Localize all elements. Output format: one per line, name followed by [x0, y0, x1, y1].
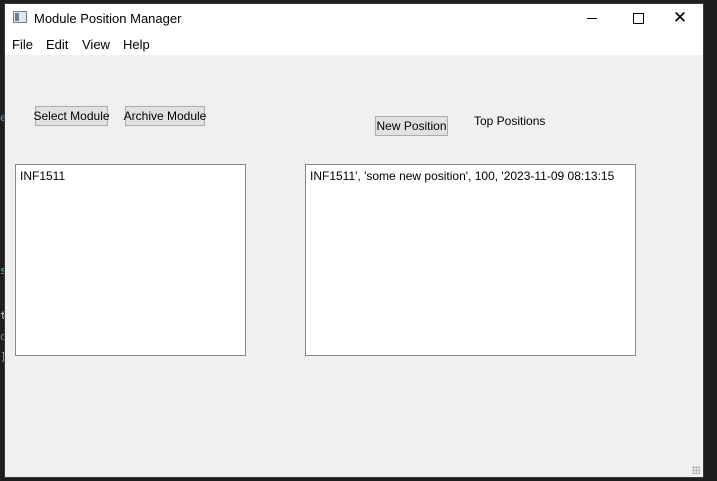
menu-view[interactable]: View [82, 37, 110, 52]
close-icon: ✕ [672, 8, 688, 28]
maximize-button[interactable] [615, 4, 661, 33]
modules-list[interactable]: INF1511 [15, 164, 246, 356]
new-position-button[interactable]: New Position [375, 116, 448, 136]
minimize-icon [587, 18, 597, 19]
select-module-button[interactable]: Select Module [33, 106, 110, 126]
minimize-button[interactable] [569, 4, 615, 33]
title-bar[interactable]: Module Position Manager ✕ [5, 4, 703, 33]
app-window-icon [13, 11, 27, 23]
app-window: Module Position Manager ✕ File Edit View… [4, 3, 704, 478]
positions-list[interactable]: INF1511', 'some new position', 100, '202… [305, 164, 636, 356]
top-positions-label: Top Positions [474, 114, 546, 128]
archive-module-button[interactable]: Archive Module [124, 106, 206, 126]
menu-file[interactable]: File [12, 37, 33, 52]
menu-help[interactable]: Help [123, 37, 150, 52]
maximize-icon [632, 13, 644, 24]
menu-bar: File Edit View Help [5, 33, 703, 55]
list-item[interactable]: INF1511 [20, 169, 65, 183]
resize-grip-icon[interactable] [692, 466, 700, 474]
menu-edit[interactable]: Edit [46, 37, 68, 52]
list-item[interactable]: INF1511', 'some new position', 100, '202… [310, 169, 614, 183]
background-desktop-strip [704, 0, 717, 481]
window-title: Module Position Manager [34, 11, 182, 26]
close-button[interactable]: ✕ [657, 4, 703, 33]
